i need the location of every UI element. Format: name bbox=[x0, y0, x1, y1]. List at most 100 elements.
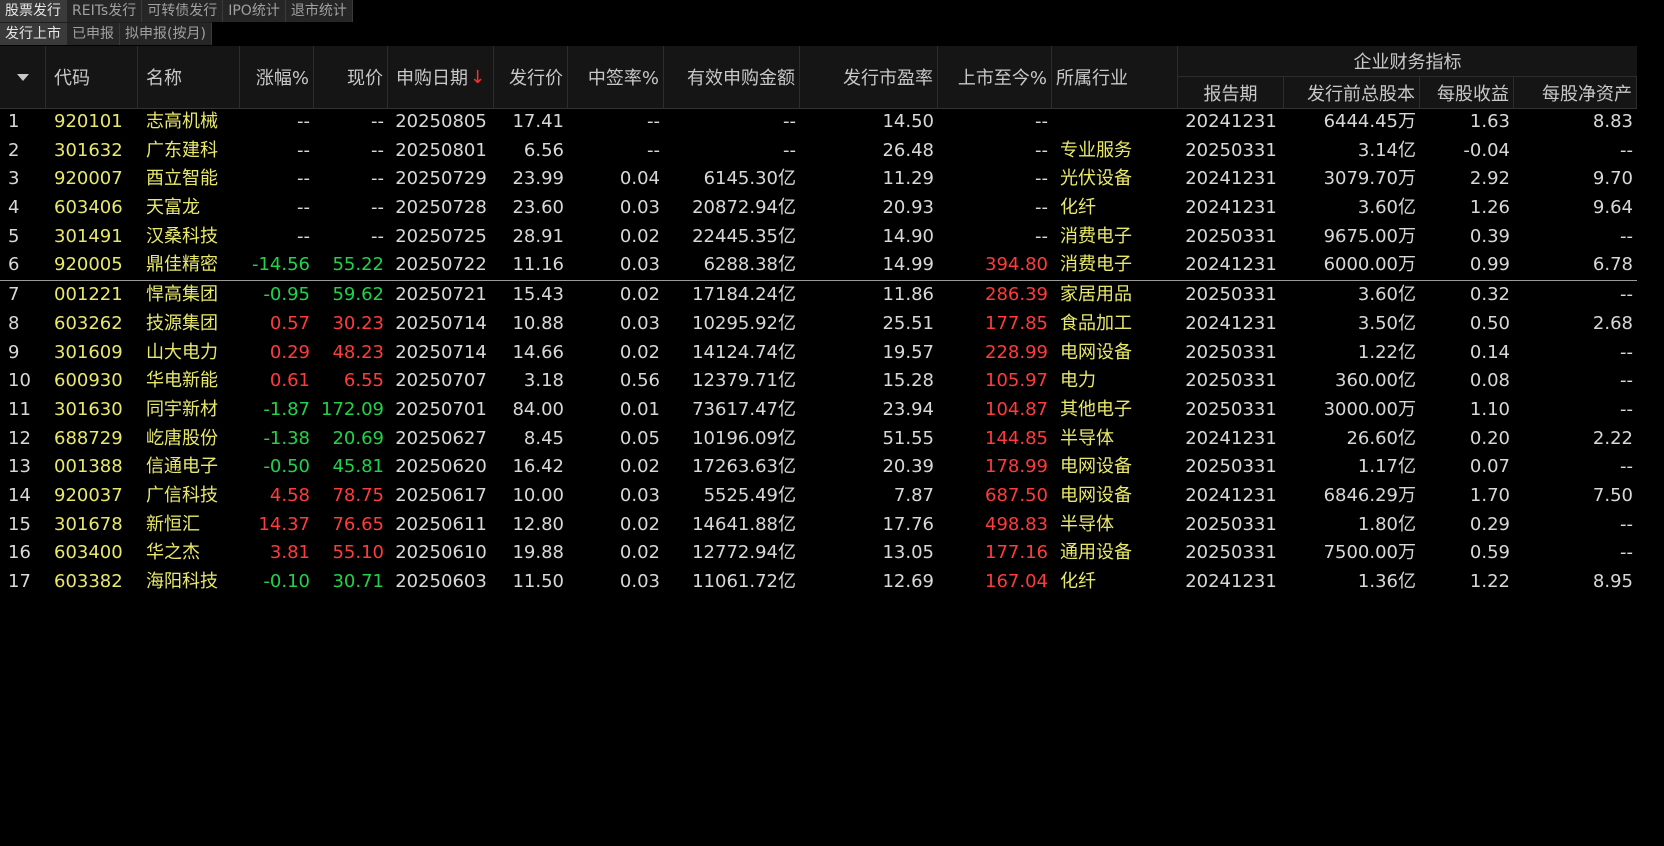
cell-name: 技源集团 bbox=[146, 312, 218, 334]
header-industry[interactable]: 所属行业 bbox=[1052, 46, 1178, 108]
cell-name: 广东建科 bbox=[146, 139, 218, 161]
header-price[interactable]: 现价 bbox=[314, 46, 388, 108]
tab-reits-issue[interactable]: REITs发行 bbox=[67, 0, 143, 22]
cell-subscription-date: 20250627 bbox=[395, 427, 487, 449]
cell-price: 45.81 bbox=[332, 456, 384, 478]
table-row[interactable]: 10 600930 华电新能 0.61 6.55 20250707 3.18 0.56 1237… bbox=[0, 367, 1637, 396]
table-row[interactable]: 8 603262 技源集团 0.57 30.23 20250714 10.88 0.03 102… bbox=[0, 310, 1637, 339]
table-row[interactable]: 6 920005 鼎佳精密 -14.56 55.22 20250722 11.16 0.03 6… bbox=[0, 251, 1637, 282]
table-row[interactable]: 1 920101 志高机械 -- -- 20250805 17.41 -- -- 14.50 -- 2… bbox=[0, 108, 1637, 137]
cell-subscription-date: 20250725 bbox=[395, 225, 487, 247]
tab-planned-monthly[interactable]: 拟申报(按月) bbox=[120, 23, 212, 45]
cell-price: -- bbox=[371, 197, 384, 219]
header-bps[interactable]: 每股净资产 bbox=[1514, 77, 1637, 108]
table-row[interactable]: 7 001221 悍高集团 -0.95 59.62 20250721 15.43 0.02 17… bbox=[0, 281, 1637, 310]
cell-issue-price: 17.41 bbox=[512, 111, 564, 132]
cell-report-period: 20250331 bbox=[1185, 542, 1277, 564]
cell-eps: 1.26 bbox=[1469, 197, 1510, 219]
cell-valid-amount: 10295.92亿 bbox=[692, 312, 796, 334]
cell-issue-pe: 20.93 bbox=[882, 197, 934, 219]
header-subscription-date[interactable]: 申购日期 ↓ bbox=[388, 46, 494, 108]
cell-name: 海阳科技 bbox=[146, 571, 218, 592]
column-menu-button[interactable] bbox=[0, 46, 46, 108]
cell-issue-price: 23.60 bbox=[512, 197, 564, 219]
table-row[interactable]: 4 603406 天富龙 -- -- 20250728 23.60 0.03 20872.94亿… bbox=[0, 194, 1637, 223]
cell-name: 新恒汇 bbox=[146, 513, 200, 535]
cell-valid-amount: 12379.71亿 bbox=[692, 370, 796, 392]
tab-filed[interactable]: 已申报 bbox=[67, 23, 120, 45]
cell-issue-price: 10.00 bbox=[512, 484, 564, 506]
cell-since-listing: 167.04 bbox=[985, 571, 1048, 592]
table-row[interactable]: 16 603400 华之杰 3.81 55.10 20250610 19.88 0.02 127… bbox=[0, 539, 1637, 568]
cell-subscription-date: 20250603 bbox=[395, 571, 487, 592]
cell-win-rate: 0.02 bbox=[619, 341, 660, 363]
header-change-pct[interactable]: 涨幅% bbox=[240, 46, 314, 108]
table-row[interactable]: 13 001388 信通电子 -0.50 45.81 20250620 16.42 0.02 1… bbox=[0, 453, 1637, 482]
tab-issued-listed[interactable]: 发行上市 bbox=[0, 23, 67, 45]
cell-issue-pe: 11.29 bbox=[882, 168, 934, 190]
cell-name: 鼎佳精密 bbox=[146, 254, 218, 276]
cell-change-pct: 3.81 bbox=[269, 542, 310, 564]
cell-issue-price: 28.91 bbox=[512, 225, 564, 247]
tab-delisting-stats[interactable]: 退市统计 bbox=[285, 0, 353, 22]
table-row[interactable]: 14 920037 广信科技 4.58 78.75 20250617 10.00 0.03 55… bbox=[0, 482, 1637, 511]
table-row[interactable]: 5 301491 汉桑科技 -- -- 20250725 28.91 0.02 22445.35… bbox=[0, 223, 1637, 252]
header-name[interactable]: 名称 bbox=[138, 46, 240, 108]
tab-ipo-stats[interactable]: IPO统计 bbox=[223, 0, 286, 22]
header-since-listing[interactable]: 上市至今% bbox=[938, 46, 1052, 108]
header-report-period[interactable]: 报告期 bbox=[1178, 77, 1284, 108]
header-valid-amount[interactable]: 有效申购金额 bbox=[664, 46, 800, 108]
header-issue-pe[interactable]: 发行市盈率 bbox=[800, 46, 938, 108]
cell-eps: 1.10 bbox=[1469, 398, 1510, 420]
cell-industry: 电力 bbox=[1060, 370, 1096, 392]
cell-change-pct: -0.95 bbox=[263, 284, 310, 306]
cell-price: 76.65 bbox=[332, 513, 384, 535]
cell-valid-amount: 17184.24亿 bbox=[692, 284, 796, 306]
cell-bps: -- bbox=[1620, 370, 1633, 392]
table-row[interactable]: 2 301632 广东建科 -- -- 20250801 6.56 -- -- 26.48 -- 专业… bbox=[0, 137, 1637, 166]
cell-industry: 半导体 bbox=[1060, 513, 1114, 535]
header-issue-price[interactable]: 发行价 bbox=[494, 46, 568, 108]
cell-issue-pe: 12.69 bbox=[882, 571, 934, 592]
cell-pre-shares: 1.36亿 bbox=[1357, 571, 1416, 592]
table-row[interactable]: 3 920007 酉立智能 -- -- 20250729 23.99 0.04 6145.30亿… bbox=[0, 165, 1637, 194]
cell-issue-price: 8.45 bbox=[523, 427, 564, 449]
cell-price: 172.09 bbox=[321, 398, 384, 420]
cell-name: 汉桑科技 bbox=[146, 225, 218, 247]
cell-name: 志高机械 bbox=[146, 111, 218, 132]
cell-issue-pe: 14.50 bbox=[882, 111, 934, 132]
table-row[interactable]: 9 301609 山大电力 0.29 48.23 20250714 14.66 0.02 141… bbox=[0, 339, 1637, 368]
cell-subscription-date: 20250722 bbox=[395, 254, 487, 276]
header-eps[interactable]: 每股收益 bbox=[1420, 77, 1514, 108]
cell-index: 14 bbox=[8, 484, 31, 506]
table-row[interactable]: 17 603382 海阳科技 -0.10 30.71 20250603 11.50 0.03 1… bbox=[0, 568, 1637, 597]
cell-industry: 其他电子 bbox=[1060, 398, 1132, 420]
cell-price: 55.10 bbox=[332, 542, 384, 564]
cell-code: 603406 bbox=[54, 197, 123, 219]
cell-since-listing: -- bbox=[1035, 139, 1048, 161]
tab-convertible-issue[interactable]: 可转债发行 bbox=[142, 0, 224, 22]
tab-stock-issue[interactable]: 股票发行 bbox=[0, 0, 67, 22]
cell-index: 9 bbox=[8, 341, 20, 363]
cell-eps: 0.07 bbox=[1469, 456, 1510, 478]
cell-code: 920037 bbox=[54, 484, 123, 506]
cell-since-listing: 286.39 bbox=[985, 284, 1048, 306]
cell-issue-price: 16.42 bbox=[512, 456, 564, 478]
cell-report-period: 20250331 bbox=[1185, 225, 1277, 247]
cell-issue-pe: 23.94 bbox=[882, 398, 934, 420]
cell-bps: -- bbox=[1620, 513, 1633, 535]
table-row[interactable]: 12 688729 屹唐股份 -1.38 20.69 20250627 8.45 0.05 10… bbox=[0, 425, 1637, 454]
cell-issue-price: 3.18 bbox=[523, 370, 564, 392]
table-row[interactable]: 11 301630 同宇新材 -1.87 172.09 20250701 84.00 0.01… bbox=[0, 396, 1637, 425]
cell-industry: 专业服务 bbox=[1060, 139, 1132, 161]
sort-down-icon: ↓ bbox=[469, 66, 486, 88]
cell-code: 603400 bbox=[54, 542, 123, 564]
cell-report-period: 20241231 bbox=[1185, 312, 1277, 334]
header-code[interactable]: 代码 bbox=[46, 46, 138, 108]
header-win-rate[interactable]: 中签率% bbox=[568, 46, 664, 108]
cell-change-pct: 0.61 bbox=[269, 370, 310, 392]
cell-eps: -0.04 bbox=[1463, 139, 1510, 161]
cell-eps: 0.50 bbox=[1469, 312, 1510, 334]
table-row[interactable]: 15 301678 新恒汇 14.37 76.65 20250611 12.80 0.02 14… bbox=[0, 511, 1637, 540]
header-pre-shares[interactable]: 发行前总股本 bbox=[1284, 77, 1420, 108]
